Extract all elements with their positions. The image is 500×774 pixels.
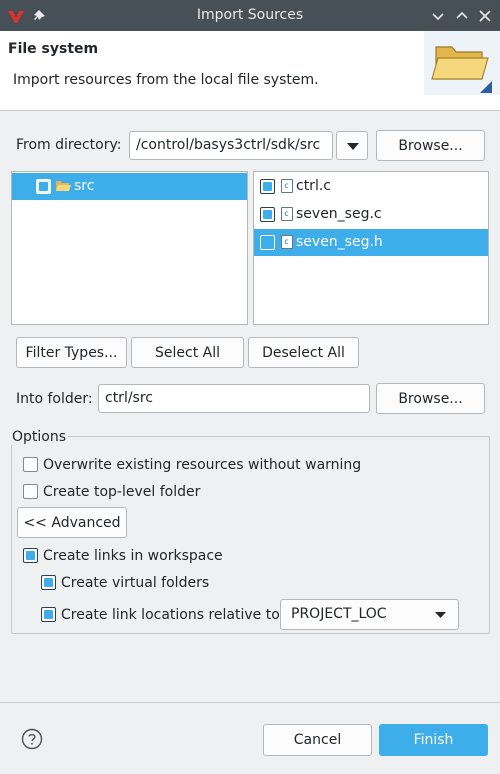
chevron-down-icon [347, 143, 359, 150]
tree-item-src[interactable]: src [12, 173, 247, 200]
into-folder-label: Into folder: [16, 391, 93, 407]
virtual-folders-checkbox[interactable] [41, 575, 56, 590]
file-item-label: seven_seg.h [296, 234, 383, 250]
file-item-checkbox[interactable] [260, 179, 275, 194]
file-item-label: seven_seg.c [296, 206, 382, 222]
window-title: Import Sources [196, 7, 304, 23]
folder-tree[interactable]: src [11, 171, 248, 325]
deselect-all-button[interactable]: Deselect All [248, 337, 359, 368]
from-directory-input[interactable]: /control/basys3ctrl/sdk/src [129, 131, 333, 160]
minimize-chevron-icon[interactable] [428, 6, 448, 26]
top-level-folder-label[interactable]: Create top-level folder [43, 484, 200, 500]
title-bar: Import Sources [0, 0, 500, 31]
file-item-seven-seg-c[interactable]: seven_seg.c [254, 201, 488, 228]
filter-types-button[interactable]: Filter Types... [16, 337, 127, 368]
page-title: File system [8, 41, 99, 57]
h-file-icon [281, 235, 293, 249]
c-file-icon [281, 207, 293, 221]
advanced-button[interactable]: << Advanced [17, 507, 127, 538]
page-description: Import resources from the local file sys… [13, 72, 319, 88]
into-folder-input[interactable]: ctrl/src [98, 384, 370, 413]
help-icon[interactable] [21, 728, 43, 750]
top-level-folder-checkbox[interactable] [23, 484, 38, 499]
file-item-label: ctrl.c [296, 178, 331, 194]
create-links-checkbox[interactable] [23, 548, 38, 563]
footer-separator [0, 702, 500, 703]
directory-history-dropdown[interactable] [336, 131, 368, 160]
chevron-down-icon [435, 612, 446, 618]
virtual-folders-label[interactable]: Create virtual folders [61, 575, 209, 591]
relative-to-label[interactable]: Create link locations relative to: [61, 607, 285, 623]
file-item-ctrl-c[interactable]: ctrl.c [254, 173, 488, 200]
file-list[interactable]: ctrl.c seven_seg.c seven_seg.h [253, 171, 489, 325]
cancel-button[interactable]: Cancel [263, 724, 372, 756]
open-folder-icon [56, 181, 71, 191]
tree-item-checkbox[interactable] [36, 179, 51, 194]
relative-to-checkbox[interactable] [41, 607, 56, 622]
file-item-seven-seg-h[interactable]: seven_seg.h [254, 229, 488, 256]
relative-to-value: PROJECT_LOC [291, 606, 387, 622]
overwrite-label[interactable]: Overwrite existing resources without war… [43, 457, 361, 473]
finish-button[interactable]: Finish [379, 724, 488, 756]
file-item-checkbox[interactable] [260, 207, 275, 222]
wizard-header: File system Import resources from the lo… [0, 31, 500, 111]
create-links-label[interactable]: Create links in workspace [43, 548, 223, 564]
overwrite-checkbox[interactable] [23, 457, 38, 472]
into-folder-browse-button[interactable]: Browse... [376, 383, 485, 414]
file-item-checkbox[interactable] [260, 235, 275, 250]
relative-to-select[interactable]: PROJECT_LOC [280, 599, 459, 630]
from-directory-browse-button[interactable]: Browse... [376, 130, 485, 161]
folder-banner-icon [424, 31, 500, 95]
c-file-icon [281, 179, 293, 193]
maximize-chevron-icon[interactable] [452, 6, 472, 26]
tree-item-label: src [74, 178, 95, 194]
from-directory-label: From directory: [16, 137, 122, 153]
options-title: Options [10, 429, 69, 445]
close-icon[interactable] [475, 6, 495, 26]
select-all-button[interactable]: Select All [131, 337, 244, 368]
